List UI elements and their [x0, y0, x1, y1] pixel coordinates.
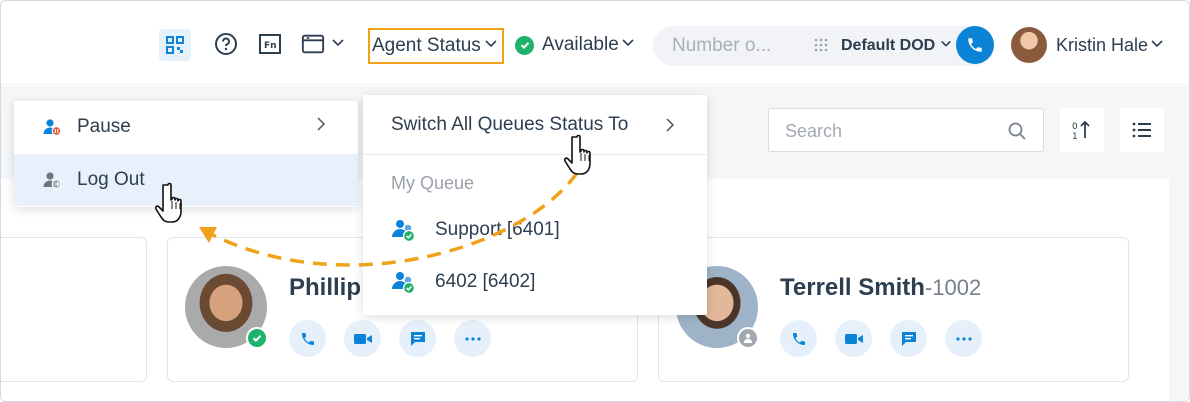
menu-item-label: Pause: [77, 116, 131, 137]
message-icon[interactable]: [399, 320, 436, 357]
sort-icon: 01: [1072, 120, 1090, 141]
message-icon[interactable]: [890, 320, 927, 357]
svg-text:Fn: Fn: [264, 41, 277, 51]
number-placeholder: Number o...: [672, 35, 772, 56]
pause-status-icon: [41, 116, 63, 138]
user-avatar[interactable]: [1011, 27, 1047, 63]
phone-icon[interactable]: [780, 320, 817, 357]
queue-label: 6402 [6402]: [435, 271, 536, 292]
contact-name: Phillip: [289, 274, 361, 302]
number-input[interactable]: Number o... Default DOD: [653, 26, 993, 66]
log-out-status-icon: [41, 169, 63, 191]
check-icon: [246, 327, 268, 349]
queue-item[interactable]: 6402 [6402]: [391, 267, 535, 297]
phone-icon: [968, 38, 982, 52]
svg-text:1: 1: [1072, 132, 1078, 141]
search-placeholder: Search: [785, 121, 843, 141]
contact-card: [1, 237, 147, 382]
app-window: Fn Agent Status Available Number o... De…: [0, 0, 1190, 402]
phone-icon[interactable]: [289, 320, 326, 357]
queue-available-icon: [391, 269, 417, 295]
hand-cursor-icon: [564, 134, 591, 175]
dialpad-icon[interactable]: [813, 37, 829, 60]
menu-item-label: Log Out: [77, 169, 145, 190]
availability-dropdown[interactable]: Available: [515, 34, 635, 56]
chevron-down-icon: [940, 37, 952, 55]
top-bar: Fn Agent Status Available Number o... De…: [1, 1, 1189, 85]
more-icon[interactable]: [454, 320, 491, 357]
chevron-down-icon: [484, 35, 498, 57]
chevron-right-icon: [314, 116, 328, 138]
list-view-button[interactable]: [1120, 108, 1164, 152]
chevron-down-icon: [621, 34, 635, 56]
agent-status-dropdown[interactable]: Agent Status: [368, 28, 504, 64]
window-icon[interactable]: [301, 32, 325, 56]
queue-item[interactable]: Support [6401]: [391, 215, 560, 245]
search-icon: [1007, 121, 1027, 146]
contact-extension: -1002: [924, 275, 982, 300]
user-name: Kristin Hale: [1056, 35, 1149, 55]
contact-name-text: Phillip: [289, 274, 361, 301]
dod-label: Default DOD: [841, 37, 936, 54]
contact-actions: [780, 320, 982, 357]
switch-all-queues-item[interactable]: Switch All Queues Status To: [363, 95, 707, 155]
video-icon[interactable]: [835, 320, 872, 357]
availability-label: Available: [542, 34, 619, 55]
queue-status-menu: Switch All Queues Status To My Queue Sup…: [363, 95, 707, 315]
contact-card: Terrell Smith-1002: [658, 237, 1129, 382]
svg-text:0: 0: [1072, 122, 1078, 132]
menu-item-pause[interactable]: Pause: [14, 101, 358, 153]
video-icon[interactable]: [344, 320, 381, 357]
chevron-right-icon: [663, 117, 677, 139]
help-icon[interactable]: [214, 32, 238, 56]
check-circle-icon: [515, 35, 534, 55]
my-queue-heading: My Queue: [391, 173, 475, 193]
contact-name-text: Terrell Smith: [780, 274, 925, 301]
hand-cursor-icon: [155, 182, 182, 223]
more-icon[interactable]: [945, 320, 982, 357]
call-button[interactable]: [956, 26, 994, 64]
search-input[interactable]: Search: [768, 108, 1044, 152]
chevron-down-icon[interactable]: [331, 36, 345, 55]
queue-available-icon: [391, 217, 417, 243]
queue-label: Support [6401]: [435, 219, 560, 240]
dod-selector[interactable]: Default DOD: [841, 37, 952, 55]
qr-code-icon[interactable]: [159, 29, 191, 61]
contact-name: Terrell Smith-1002: [780, 274, 981, 302]
sort-button[interactable]: 01: [1060, 108, 1104, 152]
user-menu[interactable]: Kristin Hale: [1056, 35, 1164, 56]
function-key-icon[interactable]: Fn: [258, 32, 282, 56]
offline-status-icon: [737, 327, 759, 349]
list-icon: [1132, 122, 1151, 138]
contact-actions: [289, 320, 491, 357]
chevron-down-icon: [1150, 35, 1164, 56]
agent-status-label: Agent Status: [372, 35, 481, 56]
